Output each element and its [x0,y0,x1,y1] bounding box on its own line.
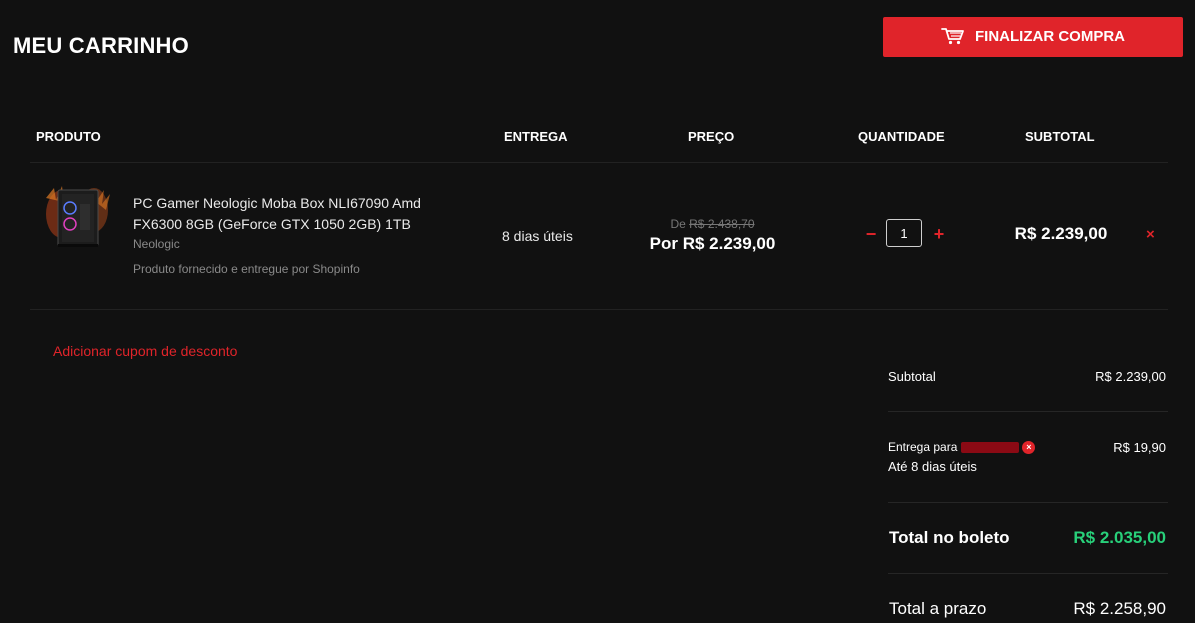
installment-total-value: R$ 2.258,90 [1073,599,1166,618]
boleto-total-value: R$ 2.035,00 [1073,528,1166,547]
summary-subtotal-label: Subtotal [888,369,936,384]
summary-subtotal-value: R$ 2.239,00 [1095,369,1166,384]
installment-total-label: Total a prazo [889,599,987,618]
checkout-button-label: FINALIZAR COMPRA [975,27,1125,45]
column-header-quantity: QUANTIDADE [858,129,945,144]
column-header-price: PREÇO [688,129,735,144]
boleto-total-label: Total no boleto [889,528,1010,547]
column-header-subtotal: SUBTOTAL [1025,129,1095,144]
checkout-button[interactable]: FINALIZAR COMPRA [883,17,1183,57]
product-image[interactable] [40,184,116,250]
old-price-prefix: De [670,217,686,231]
add-coupon-link[interactable]: Adicionar cupom de desconto [53,343,237,359]
current-price: Por R$ 2.239,00 [649,234,776,253]
close-circle-icon[interactable]: × [1022,440,1036,454]
summary-delivery-label: Entrega para × [888,440,1036,454]
column-header-product: PRODUTO [36,129,101,144]
product-brand: Neologic [133,237,180,251]
quantity-decrease-button[interactable]: − [862,223,880,247]
remove-item-button[interactable]: × [1146,226,1155,243]
cart-table-header: PRODUTO ENTREGA PREÇO QUANTIDADE SUBTOTA… [30,110,1168,163]
item-subtotal: R$ 2.239,00 [1014,224,1108,243]
redacted-postal-code [961,441,1020,453]
product-seller: Produto fornecido e entregue por Shopinf… [133,262,360,276]
summary-delivery-eta: Até 8 dias úteis [888,459,977,474]
page-title: MEU CARRINHO [13,33,189,58]
summary-divider [888,411,1168,412]
product-name[interactable]: PC Gamer Neologic Moba Box NLI67090 Amd … [133,193,453,235]
delivery-to-label: Entrega para [888,440,958,454]
summary-divider [888,573,1168,574]
old-price-value: R$ 2.438,70 [689,217,755,231]
shopping-cart-icon [941,27,965,45]
quantity-increase-button[interactable]: + [930,223,948,247]
summary-delivery-value: R$ 19,90 [1113,440,1166,455]
close-icon: × [1146,226,1155,243]
old-price: De R$ 2.438,70 [600,217,825,231]
summary-divider [888,502,1168,503]
quantity-input[interactable] [886,219,922,247]
column-header-delivery: ENTREGA [504,129,568,144]
cart-item-row: PC Gamer Neologic Moba Box NLI67090 Amd … [30,162,1168,310]
delivery-time: 8 dias úteis [502,228,573,244]
